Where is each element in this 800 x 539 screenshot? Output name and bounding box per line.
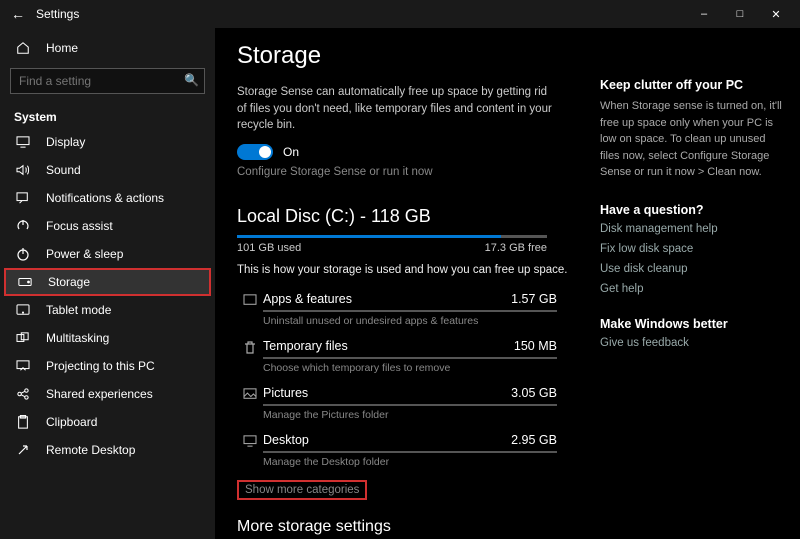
sidebar-item-remote[interactable]: Remote Desktop	[0, 436, 215, 464]
sidebar-item-notifications[interactable]: Notifications & actions	[0, 184, 215, 212]
minimize-button[interactable]: –	[686, 0, 722, 28]
notifications-icon	[14, 192, 32, 204]
disk-heading: Local Disc (C:) - 118 GB	[237, 206, 578, 227]
trash-icon	[237, 341, 263, 355]
keep-clutter-heading: Keep clutter off your PC	[600, 78, 786, 92]
content-main: Storage Storage Sense can automatically …	[215, 28, 600, 539]
category-desktop[interactable]: Desktop2.95 GB Manage the Desktop folder	[237, 427, 557, 474]
storage-icon	[16, 277, 34, 287]
multitasking-icon	[14, 332, 32, 344]
show-more-categories[interactable]: Show more categories	[237, 480, 367, 500]
back-button[interactable]: ←	[6, 6, 30, 22]
sidebar-item-sound[interactable]: Sound	[0, 156, 215, 184]
sidebar-item-storage[interactable]: Storage	[4, 268, 211, 296]
search-icon: 🔍	[184, 73, 199, 87]
toggle-label: On	[283, 145, 299, 159]
search-field[interactable]: 🔍	[10, 68, 205, 94]
category-pictures[interactable]: Pictures3.05 GB Manage the Pictures fold…	[237, 380, 557, 427]
titlebar: ← Settings – □ ✕	[0, 0, 800, 28]
keep-clutter-text: When Storage sense is turned on, it'll f…	[600, 98, 786, 181]
sidebar-item-display[interactable]: Display	[0, 128, 215, 156]
search-input[interactable]	[10, 68, 205, 94]
apps-icon	[237, 294, 263, 306]
used-label: 101 GB used	[237, 242, 301, 254]
content-side: Keep clutter off your PC When Storage se…	[600, 28, 800, 539]
sidebar-item-projecting[interactable]: Projecting to this PC	[0, 352, 215, 380]
question-heading: Have a question?	[600, 203, 786, 217]
tablet-icon	[14, 304, 32, 316]
feedback-link[interactable]: Give us feedback	[600, 337, 786, 349]
sidebar: Home 🔍 System Display Sound Notification…	[0, 28, 215, 539]
link-get-help[interactable]: Get help	[600, 283, 786, 295]
close-button[interactable]: ✕	[758, 0, 794, 28]
projecting-icon	[14, 360, 32, 372]
usage-bar	[237, 235, 547, 238]
configure-link[interactable]: Configure Storage Sense or run it now	[237, 166, 578, 178]
remote-icon	[14, 443, 32, 457]
sound-icon	[14, 164, 32, 176]
sidebar-item-shared[interactable]: Shared experiences	[0, 380, 215, 408]
sidebar-item-power[interactable]: Power & sleep	[0, 240, 215, 268]
category-apps[interactable]: Apps & features1.57 GB Uninstall unused …	[237, 286, 557, 333]
how-text: This is how your storage is used and how…	[237, 264, 578, 276]
home-button[interactable]: Home	[0, 34, 215, 62]
maximize-button[interactable]: □	[722, 0, 758, 28]
desktop-icon	[237, 435, 263, 447]
clipboard-icon	[14, 415, 32, 429]
better-heading: Make Windows better	[600, 317, 786, 331]
display-icon	[14, 136, 32, 148]
page-title: Storage	[237, 42, 578, 70]
storage-sense-desc: Storage Sense can automatically free up …	[237, 84, 557, 134]
link-disk-mgmt[interactable]: Disk management help	[600, 223, 786, 235]
home-icon	[14, 41, 32, 55]
category-temp[interactable]: Temporary files150 MB Choose which tempo…	[237, 333, 557, 380]
power-icon	[14, 247, 32, 261]
home-label: Home	[46, 41, 78, 55]
free-label: 17.3 GB free	[485, 242, 547, 254]
shared-icon	[14, 388, 32, 400]
storage-sense-toggle[interactable]	[237, 144, 273, 160]
sidebar-item-tablet[interactable]: Tablet mode	[0, 296, 215, 324]
sidebar-item-focus-assist[interactable]: Focus assist	[0, 212, 215, 240]
pictures-icon	[237, 388, 263, 400]
focus-assist-icon	[14, 219, 32, 233]
section-label: System	[0, 104, 215, 128]
link-low-disk[interactable]: Fix low disk space	[600, 243, 786, 255]
link-disk-cleanup[interactable]: Use disk cleanup	[600, 263, 786, 275]
more-settings-heading: More storage settings	[237, 518, 578, 536]
sidebar-item-multitasking[interactable]: Multitasking	[0, 324, 215, 352]
window-title: Settings	[36, 7, 79, 21]
sidebar-item-clipboard[interactable]: Clipboard	[0, 408, 215, 436]
